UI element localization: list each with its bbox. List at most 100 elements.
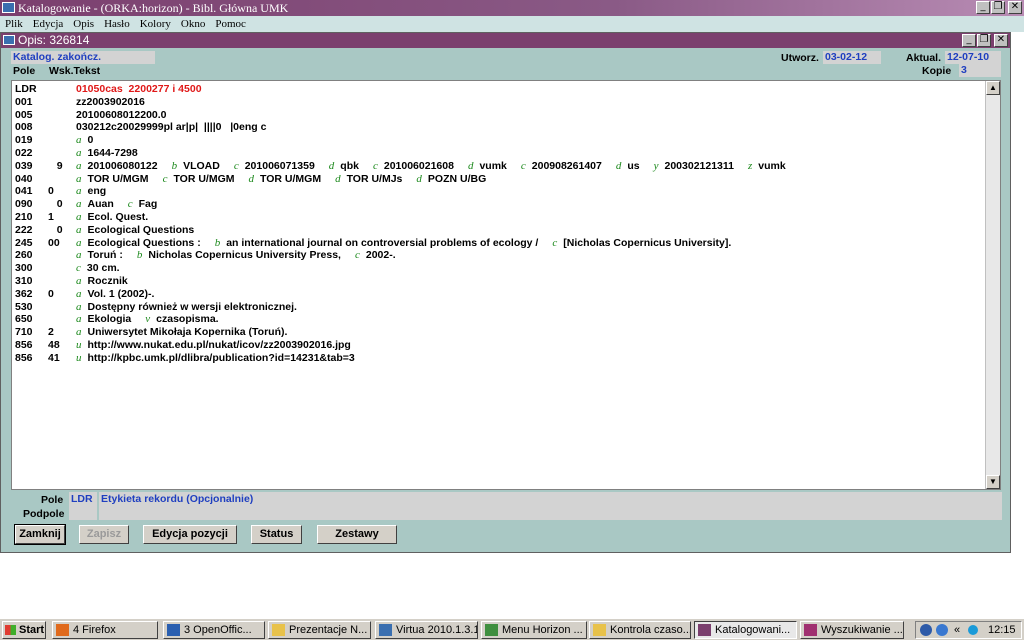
marc-tag: 310 bbox=[15, 274, 33, 287]
marc-indicators: 48 bbox=[48, 338, 60, 351]
taskbar-prezentacje[interactable]: Prezentacje N... bbox=[268, 621, 371, 639]
marc-field-row[interactable]: 090 0 a Auan c Fag bbox=[14, 198, 984, 211]
marc-field-row[interactable]: LDR 01050cas 2200277 i 4500 bbox=[14, 83, 984, 96]
marc-indicators: 0 bbox=[48, 198, 63, 211]
menu-kolory[interactable]: Kolory bbox=[140, 16, 171, 32]
app-window-controls: _ ❐ ✕ bbox=[976, 1, 1022, 14]
menu-okno[interactable]: Okno bbox=[181, 16, 205, 32]
app-icon bbox=[593, 624, 606, 636]
marc-field-row[interactable]: 300 c 30 cm. bbox=[14, 262, 984, 275]
marc-field-row[interactable]: 008 030212c20029999pl ar|p| ||||0 |0eng c bbox=[14, 121, 984, 134]
taskbar-katalogowanie[interactable]: Katalogowani... bbox=[694, 621, 797, 639]
app-icon bbox=[167, 624, 180, 636]
menu-opis[interactable]: Opis bbox=[73, 16, 94, 32]
close-record-button[interactable]: Zamknij bbox=[14, 524, 66, 545]
tray-expand-icon[interactable]: « bbox=[954, 622, 960, 638]
status-button[interactable]: Status bbox=[251, 525, 302, 544]
marc-field-row[interactable]: 856 48 u http://www.nukat.edu.pl/nukat/icov… bbox=[14, 339, 984, 352]
subfield-code: c bbox=[233, 159, 239, 172]
subfield-value: Toruń : bbox=[87, 249, 123, 262]
start-button[interactable]: Start bbox=[2, 621, 46, 639]
subfield-code: a bbox=[76, 146, 82, 159]
taskbar-menu-horizon[interactable]: Menu Horizon ... bbox=[481, 621, 587, 639]
marc-tag: 001 bbox=[15, 95, 33, 108]
marc-record-rows: LDR 01050cas 2200277 i 4500 001 zz200390201… bbox=[14, 83, 984, 365]
marc-field-row[interactable]: 260 a Toruń : b Nicholas Copernicus Universi… bbox=[14, 249, 984, 262]
taskbar-item-label: Virtua 2010.1.3.1 bbox=[396, 624, 478, 636]
marc-field-row[interactable]: 245 00 a Ecological Questions : b an internat… bbox=[14, 237, 984, 250]
marc-field-row[interactable]: 222 0 a Ecological Questions bbox=[14, 224, 984, 237]
taskbar-openoffice[interactable]: 3 OpenOffic... bbox=[163, 621, 265, 639]
network-icon[interactable] bbox=[936, 624, 948, 636]
marc-indicators: 1 bbox=[48, 210, 54, 223]
subfield-value: Ecol. Quest. bbox=[87, 210, 149, 223]
close-button[interactable]: ✕ bbox=[1008, 1, 1022, 14]
marc-indicators: 2 bbox=[48, 326, 54, 339]
sets-button[interactable]: Zestawy bbox=[317, 525, 397, 544]
marc-field-row[interactable]: 005 20100608012200.0 bbox=[14, 109, 984, 122]
menu-pomoc[interactable]: Pomoc bbox=[215, 16, 246, 32]
created-label: Utworz. bbox=[781, 52, 819, 64]
taskbar: Start 4 Firefox 3 OpenOffic... Prezentacje… bbox=[0, 618, 1024, 640]
marc-content: a TOR U/MGM c TOR U/MGM d TOR U/MGM d TOR U/MJs… bbox=[76, 173, 486, 186]
scroll-down-icon[interactable]: ▼ bbox=[986, 475, 1000, 489]
edit-item-button[interactable]: Edycja pozycji bbox=[143, 525, 237, 544]
taskbar-kontrola[interactable]: Kontrola czaso... bbox=[589, 621, 691, 639]
subfield-value: Uniwersytet Mikołaja Kopernika (Toruń). bbox=[87, 326, 288, 339]
subfield-value: zz2003902016 bbox=[76, 95, 145, 108]
system-tray: « 12:15 bbox=[915, 621, 1022, 639]
marc-content: a Ecological Questions bbox=[76, 224, 194, 237]
marc-field-row[interactable]: 650 a Ekologia v czasopisma. bbox=[14, 313, 984, 326]
subfield-code: a bbox=[76, 274, 82, 287]
record-window-title: Opis: 326814 bbox=[18, 33, 90, 47]
marc-tag: 040 bbox=[15, 172, 33, 185]
marc-field-row[interactable]: 530 a Dostępny również w wersji elektronic… bbox=[14, 301, 984, 314]
taskbar-wyszukiwanie[interactable]: Wyszukiwanie ... bbox=[800, 621, 904, 639]
marc-field-row[interactable]: 310 a Rocznik bbox=[14, 275, 984, 288]
marc-field-row[interactable]: 041 0 a eng bbox=[14, 185, 984, 198]
marc-tag: 530 bbox=[15, 300, 33, 313]
media-icon[interactable] bbox=[920, 624, 932, 636]
marc-field-row[interactable]: 710 2 a Uniwersytet Mikołaja Kopernika (Tor… bbox=[14, 326, 984, 339]
marc-field-row[interactable]: 022 a 1644-7298 bbox=[14, 147, 984, 160]
marc-field-row[interactable]: 001 zz2003902016 bbox=[14, 96, 984, 109]
taskbar-item-label: Menu Horizon ... bbox=[502, 624, 583, 636]
subfield-value: Ecological Questions : bbox=[87, 236, 201, 249]
subfield-value: Ekologia bbox=[87, 313, 132, 326]
subfield-value: Vol. 1 (2002)-. bbox=[87, 287, 155, 300]
marc-field-row[interactable]: 210 1 a Ecol. Quest. bbox=[14, 211, 984, 224]
marc-tag: 090 bbox=[15, 198, 33, 211]
subfield-value: VLOAD bbox=[183, 159, 220, 172]
subfield-value: [Nicholas Copernicus University]. bbox=[563, 236, 732, 249]
child-close-button[interactable]: ✕ bbox=[994, 34, 1008, 47]
menu-haslo[interactable]: Hasło bbox=[104, 16, 130, 32]
taskbar-firefox[interactable]: 4 Firefox bbox=[52, 621, 158, 639]
child-minimize-button[interactable]: _ bbox=[962, 34, 976, 47]
marc-field-row[interactable]: 039 9 a 201006080122 b VLOAD c 201006071359 d qb… bbox=[14, 160, 984, 173]
restore-button[interactable]: ❐ bbox=[991, 1, 1005, 14]
marc-tag: 300 bbox=[15, 262, 33, 275]
marc-editor[interactable]: LDR 01050cas 2200277 i 4500 001 zz200390201… bbox=[11, 80, 1001, 490]
marc-field-row[interactable]: 362 0 a Vol. 1 (2002)-. bbox=[14, 288, 984, 301]
subfield-code: z bbox=[748, 159, 753, 172]
taskbar-virtua[interactable]: Virtua 2010.1.3.1 bbox=[375, 621, 478, 639]
menu-edycja[interactable]: Edycja bbox=[33, 16, 64, 32]
antivirus-icon[interactable] bbox=[968, 625, 978, 635]
child-restore-button[interactable]: ❐ bbox=[977, 34, 991, 47]
clock[interactable]: 12:15 bbox=[988, 622, 1016, 638]
vertical-scrollbar[interactable]: ▲ ▼ bbox=[985, 81, 1000, 489]
minimize-button[interactable]: _ bbox=[976, 1, 990, 14]
marc-field-row[interactable]: 019 a 0 bbox=[14, 134, 984, 147]
subfield-code: c bbox=[372, 159, 378, 172]
taskbar-item-label: Katalogowani... bbox=[715, 624, 791, 636]
subfield-value: TOR U/MGM bbox=[87, 172, 149, 185]
marc-field-row[interactable]: 856 41 u http://kpbc.umk.pl/dlibra/publicat… bbox=[14, 352, 984, 365]
marc-content: 030212c20029999pl ar|p| ||||0 |0eng c bbox=[76, 121, 266, 134]
marc-field-row[interactable]: 040 a TOR U/MGM c TOR U/MGM d TOR U/MGM d TOR U/… bbox=[14, 173, 984, 186]
subfield-code: y bbox=[653, 159, 659, 172]
marc-tag: 041 bbox=[15, 185, 33, 198]
menu-plik[interactable]: Plik bbox=[5, 16, 23, 32]
subfield-value: 201006021608 bbox=[383, 159, 454, 172]
scroll-up-icon[interactable]: ▲ bbox=[986, 81, 1000, 95]
taskbar-item-label: 4 Firefox bbox=[73, 624, 116, 636]
